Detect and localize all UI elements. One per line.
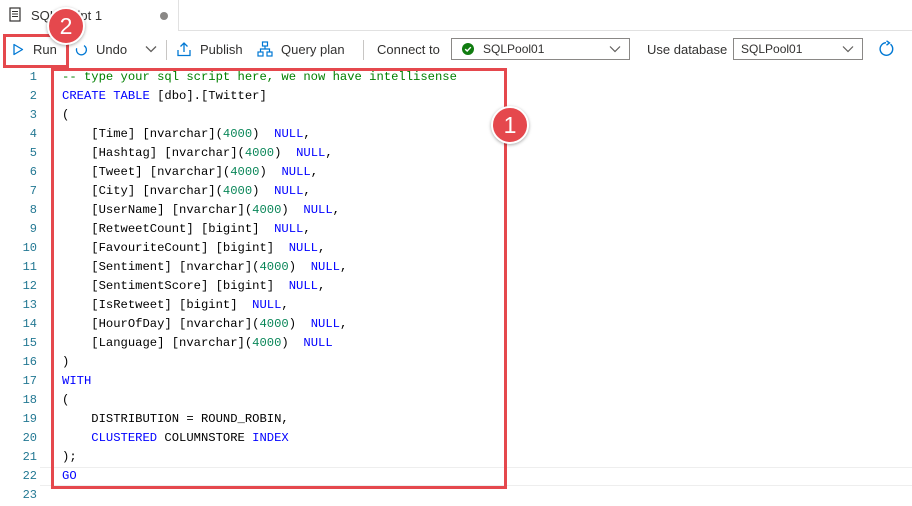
line-number: 15 <box>22 336 37 350</box>
toolbar: Run Undo Publish Query plan Connect to S… <box>0 31 912 67</box>
line-number: 17 <box>22 374 37 388</box>
use-database-text: Use database <box>647 41 728 57</box>
line-number: 1 <box>29 70 37 84</box>
query-plan-button[interactable]: Query plan <box>257 31 345 67</box>
connected-check-icon <box>462 43 474 55</box>
toolbar-separator <box>166 40 167 60</box>
line-number: 4 <box>29 127 37 141</box>
line-number: 11 <box>22 260 37 274</box>
line-number: 16 <box>22 355 37 369</box>
use-database-select[interactable]: SQLPool01 <box>733 38 863 60</box>
query-plan-icon <box>257 41 273 57</box>
line-number: 19 <box>22 412 37 426</box>
step-badge-1: 1 <box>491 106 529 144</box>
publish-label: Publish <box>200 41 243 57</box>
line-number: 20 <box>22 431 37 445</box>
line-number: 9 <box>29 222 37 236</box>
line-number: 22 <box>22 469 37 483</box>
line-number: 8 <box>29 203 37 217</box>
tab-bar: SQL script 1 <box>0 0 912 31</box>
undo-label: Undo <box>96 41 128 57</box>
undo-button[interactable]: Undo <box>75 31 127 67</box>
line-number: 14 <box>22 317 37 331</box>
undo-dropdown-button[interactable] <box>145 31 157 67</box>
line-number: 2 <box>29 89 37 103</box>
connect-to-text: Connect to <box>377 41 440 57</box>
line-number: 3 <box>29 108 37 122</box>
chevron-down-icon <box>609 46 621 53</box>
query-plan-label: Query plan <box>281 41 345 57</box>
undo-icon <box>75 44 88 56</box>
publish-button[interactable]: Publish <box>176 31 243 67</box>
tab-sql-script[interactable]: SQL script 1 <box>0 0 179 31</box>
script-icon <box>9 7 21 22</box>
connect-to-value: SQLPool01 <box>483 42 545 56</box>
connect-to-label: Connect to <box>377 31 440 67</box>
refresh-button[interactable] <box>877 31 895 67</box>
line-number: 13 <box>22 298 37 312</box>
chevron-down-icon <box>145 46 157 53</box>
chevron-down-icon <box>842 46 854 53</box>
line-number: 5 <box>29 146 37 160</box>
line-number: 12 <box>22 279 37 293</box>
line-number: 7 <box>29 184 37 198</box>
toolbar-separator <box>363 40 364 60</box>
use-database-value: SQLPool01 <box>741 42 803 56</box>
line-number: 10 <box>22 241 37 255</box>
line-number: 18 <box>22 393 37 407</box>
line-number: 6 <box>29 165 37 179</box>
line-number: 23 <box>22 488 37 502</box>
line-number: 21 <box>22 450 37 464</box>
publish-icon <box>177 42 191 57</box>
use-database-label: Use database <box>647 31 727 67</box>
step-badge-2: 2 <box>47 7 85 45</box>
connect-to-select[interactable]: SQLPool01 <box>451 38 630 60</box>
refresh-icon <box>879 40 894 56</box>
unsaved-dot-icon[interactable] <box>160 12 168 20</box>
code-highlight-box <box>51 68 507 489</box>
